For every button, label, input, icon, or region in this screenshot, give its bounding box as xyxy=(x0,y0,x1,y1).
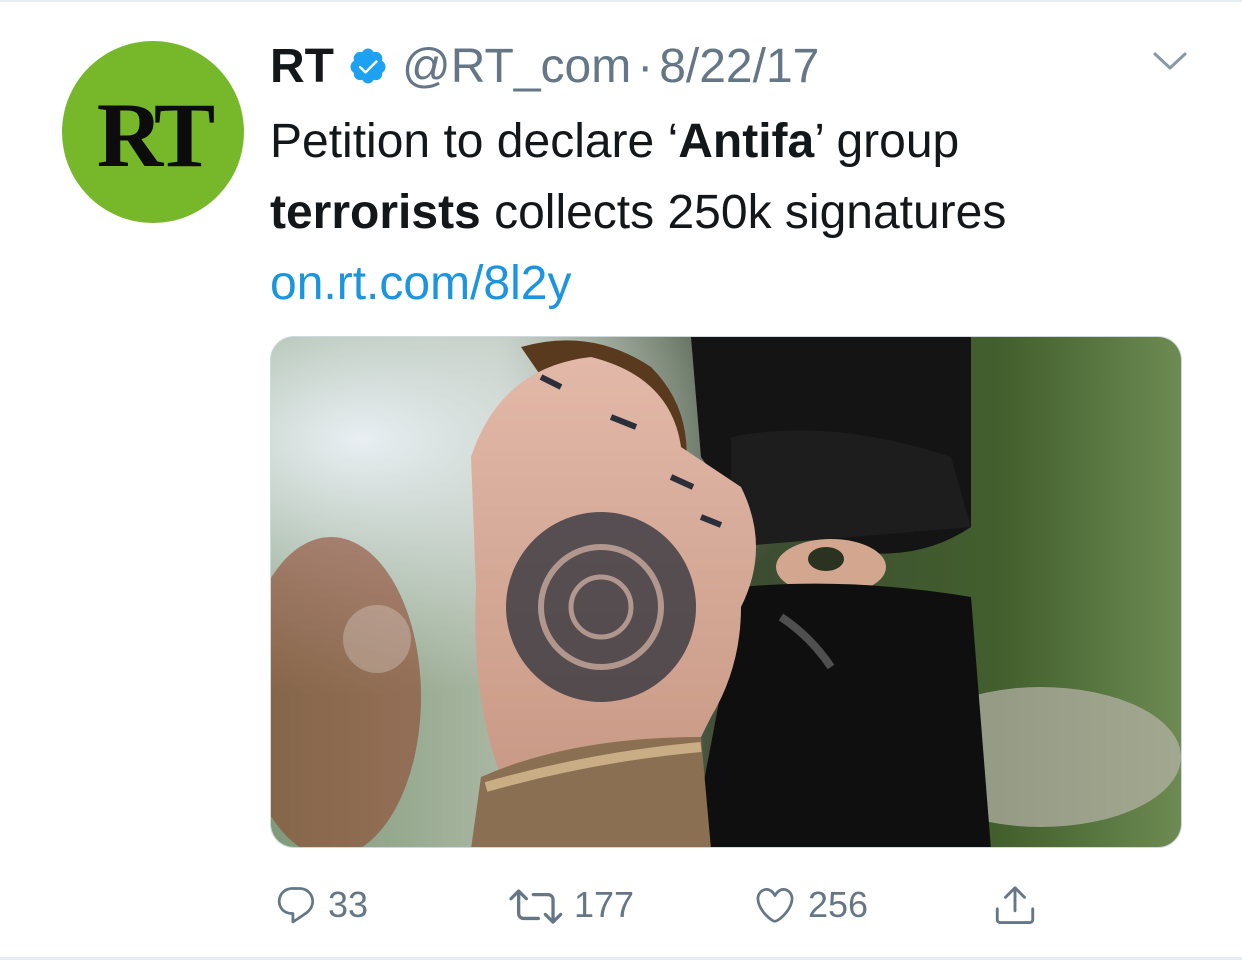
tweet-text: Petition to declare ‘Antifa’ group terro… xyxy=(270,106,1170,319)
share-icon xyxy=(995,886,1035,925)
heart-icon xyxy=(756,887,794,923)
tweet-image[interactable] xyxy=(270,336,1182,848)
share-button[interactable] xyxy=(992,880,1038,930)
text-segment: ’ group xyxy=(814,115,960,168)
text-segment: collects 250k signatures xyxy=(480,186,1007,239)
chevron-down-icon[interactable] xyxy=(1152,48,1188,74)
retweet-icon xyxy=(509,889,563,924)
text-bold-terrorists: terrorists xyxy=(270,186,481,239)
like-button[interactable]: 256 xyxy=(752,880,868,930)
verified-badge-icon xyxy=(350,48,386,84)
tweet-header: RT @RT_com · 8/22/17 xyxy=(270,36,819,96)
reply-button[interactable]: 33 xyxy=(274,880,368,930)
avatar-logo-text: RT xyxy=(96,84,216,186)
avatar[interactable]: RT xyxy=(62,41,244,223)
photo-illustration xyxy=(271,337,1181,847)
tweet-text-line-2: terrorists collects 250k signatures xyxy=(270,177,1170,248)
text-bold-antifa: Antifa xyxy=(678,115,815,168)
text-segment: Petition to declare ‘ xyxy=(270,115,679,168)
top-divider xyxy=(0,0,1242,2)
like-count: 256 xyxy=(808,884,869,925)
reply-icon xyxy=(277,887,315,924)
retweet-count: 177 xyxy=(574,884,635,925)
author-name[interactable]: RT xyxy=(270,39,334,94)
retweet-button[interactable]: 177 xyxy=(508,880,634,930)
separator-dot: · xyxy=(637,39,654,93)
tweet-date[interactable]: 8/22/17 xyxy=(659,39,819,94)
tweet-link[interactable]: on.rt.com/8l2y xyxy=(270,248,1170,319)
author-handle[interactable]: @RT_com xyxy=(402,39,631,94)
reply-count: 33 xyxy=(328,884,369,925)
tweet-text-line-1: Petition to declare ‘Antifa’ group xyxy=(270,106,1170,177)
